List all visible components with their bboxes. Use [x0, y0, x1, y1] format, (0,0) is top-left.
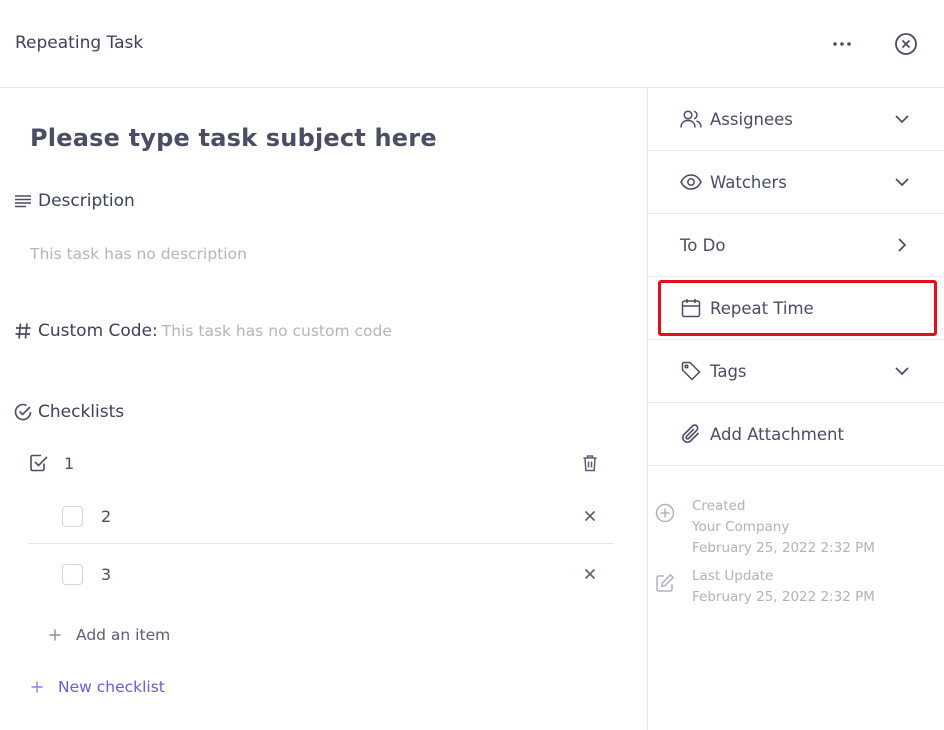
- task-main-panel: Please type task subject here Descriptio…: [0, 88, 647, 730]
- sidebar-watchers[interactable]: Watchers: [648, 151, 944, 214]
- description-label: Description: [38, 191, 135, 211]
- checklist-group[interactable]: 1: [28, 439, 614, 487]
- custom-code-row: Custom Code: This task has no custom cod…: [12, 320, 392, 342]
- delete-checklist-button[interactable]: [580, 453, 600, 473]
- trash-icon: [583, 455, 597, 472]
- more-options-button[interactable]: [828, 30, 856, 58]
- sidebar-repeat-time[interactable]: Repeat Time: [648, 277, 944, 340]
- dialog-header: Repeating Task: [0, 0, 944, 88]
- paperclip-icon: [680, 423, 702, 445]
- more-horizontal-icon: [833, 42, 851, 46]
- plus-icon: [30, 680, 44, 694]
- created-by: Your Company: [692, 519, 790, 535]
- checkbox-checked-icon[interactable]: [28, 452, 50, 474]
- edit-icon: [654, 572, 676, 594]
- add-item-button[interactable]: Add an item: [48, 626, 170, 644]
- checklist-item[interactable]: 3: [28, 550, 614, 598]
- remove-item-button[interactable]: [580, 564, 600, 584]
- sidebar-tags[interactable]: Tags: [648, 340, 944, 403]
- custom-code-label: Custom Code:: [38, 321, 158, 341]
- eye-icon: [680, 171, 702, 193]
- add-attachment-label: Add Attachment: [710, 424, 844, 444]
- updated-info: Last Update February 25, 2022 2:32 PM: [654, 566, 875, 608]
- updated-label: Last Update: [692, 568, 774, 584]
- new-checklist-button[interactable]: New checklist: [30, 678, 165, 696]
- users-icon: [680, 108, 702, 130]
- close-button[interactable]: [892, 30, 920, 58]
- repeat-time-label: Repeat Time: [710, 298, 814, 318]
- assignees-label: Assignees: [710, 109, 793, 129]
- checklists-label: Checklists: [38, 402, 125, 422]
- checklists-heading: Checklists: [12, 401, 124, 423]
- checklist-group-title: 1: [64, 453, 75, 473]
- task-sidebar: Assignees Watchers To Do Repeat Time Tag…: [648, 88, 944, 730]
- close-circle-icon: [895, 33, 917, 55]
- plus-circle-icon: [654, 502, 676, 524]
- dialog-title: Repeating Task: [15, 33, 144, 53]
- hash-icon: [12, 320, 34, 342]
- item-checkbox[interactable]: [62, 505, 83, 527]
- lines-icon: [12, 190, 34, 212]
- checklist-item-title[interactable]: 3: [101, 565, 111, 584]
- sidebar-status[interactable]: To Do: [648, 214, 944, 277]
- description-heading: Description: [12, 190, 135, 212]
- sidebar-add-attachment[interactable]: Add Attachment: [648, 403, 944, 466]
- custom-code-value[interactable]: This task has no custom code: [162, 322, 392, 340]
- created-at: February 25, 2022 2:32 PM: [692, 540, 875, 556]
- sidebar-assignees[interactable]: Assignees: [648, 88, 944, 151]
- chevron-down-icon: [892, 172, 912, 192]
- watchers-label: Watchers: [710, 172, 787, 192]
- new-checklist-label: New checklist: [58, 678, 165, 696]
- status-label: To Do: [680, 235, 726, 255]
- task-subject[interactable]: Please type task subject here: [30, 124, 437, 152]
- x-icon: [584, 568, 596, 580]
- created-info: Created Your Company February 25, 2022 2…: [654, 496, 875, 559]
- x-icon: [584, 510, 596, 522]
- item-checkbox[interactable]: [62, 563, 83, 585]
- tags-label: Tags: [710, 361, 747, 381]
- chevron-down-icon: [892, 109, 912, 129]
- remove-item-button[interactable]: [580, 506, 600, 526]
- plus-icon: [48, 628, 62, 642]
- created-label: Created: [692, 498, 746, 514]
- add-item-label: Add an item: [76, 626, 171, 644]
- chevron-down-icon: [892, 361, 912, 381]
- check-circle-icon: [12, 401, 34, 423]
- tag-icon: [680, 360, 702, 382]
- checklist-item-title[interactable]: 2: [101, 507, 111, 526]
- calendar-icon: [680, 297, 702, 319]
- updated-at: February 25, 2022 2:32 PM: [692, 589, 875, 605]
- checklist-item[interactable]: 2: [28, 489, 614, 544]
- description-placeholder[interactable]: This task has no description: [30, 245, 247, 263]
- chevron-right-icon: [892, 235, 912, 255]
